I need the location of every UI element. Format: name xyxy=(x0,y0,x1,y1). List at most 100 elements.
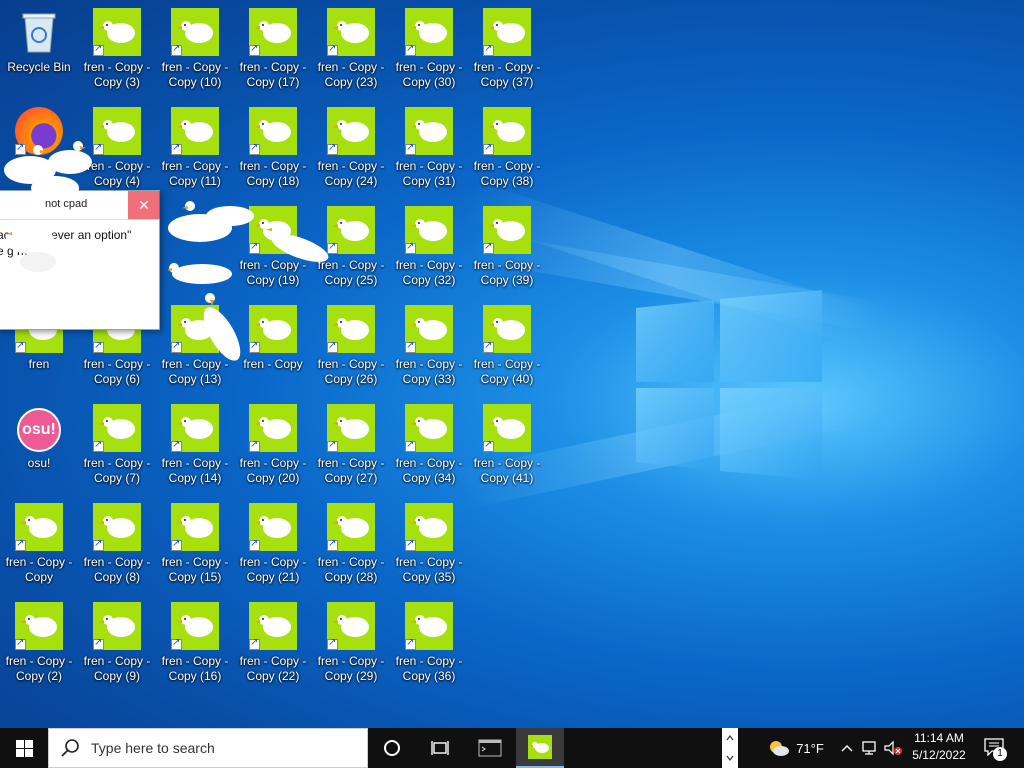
fren-copy-label: fren - Copy - Copy (40) xyxy=(473,357,541,386)
fren-goose-icon xyxy=(528,735,552,759)
shortcut-arrow-icon xyxy=(327,340,338,353)
fren-copy-label: fren - Copy - Copy (38) xyxy=(473,159,541,188)
search-input[interactable] xyxy=(89,739,343,757)
fren-copy-label: fren - Copy - Copy (11) xyxy=(161,159,229,188)
shortcut-arrow-icon xyxy=(171,43,182,56)
fren-taskbar-button[interactable] xyxy=(516,728,564,768)
network-button[interactable] xyxy=(860,728,880,768)
fren-copy-label: fren - Copy - Copy (10) xyxy=(161,60,229,89)
task-view-button[interactable] xyxy=(418,728,462,768)
fren-goose-icon xyxy=(171,107,219,155)
fren-copy-shortcut[interactable]: fren - Copy - Copy (18) xyxy=(234,101,312,199)
fren-copy-shortcut[interactable]: fren - Copy - Copy (31) xyxy=(390,101,468,199)
shortcut-arrow-icon xyxy=(249,142,260,155)
shortcut-arrow-icon xyxy=(249,637,260,650)
fren-copy-shortcut[interactable]: fren - Copy - Copy (10) xyxy=(156,2,234,100)
fren-copy-shortcut[interactable]: fren - Copy - Copy (22) xyxy=(234,596,312,694)
recycle-bin-icon[interactable]: Recycle Bin xyxy=(0,2,78,100)
fren-copy-shortcut[interactable]: fren - Copy - Copy (9) xyxy=(78,596,156,694)
start-button[interactable] xyxy=(0,728,48,768)
recycle-bin-label: Recycle Bin xyxy=(7,60,71,74)
fren-copy-shortcut[interactable]: fren - Copy - Copy (11) xyxy=(156,101,234,199)
fren-copy-shortcut[interactable]: fren - Copy - Copy (36) xyxy=(390,596,468,694)
taskbar-clock[interactable]: 11:14 AM 5/12/2022 xyxy=(904,730,974,764)
fren-goose-icon xyxy=(249,107,297,155)
osu-shortcut[interactable]: osu! osu! xyxy=(0,398,78,496)
partly-sunny-icon xyxy=(770,741,790,756)
fren-copy-label: fren - Copy - Copy (15) xyxy=(161,555,229,584)
fren-copy-shortcut[interactable]: fren - Copy - Copy (37) xyxy=(468,2,546,100)
fren-copy-shortcut[interactable]: fren - Copy - Copy (35) xyxy=(390,497,468,595)
osu-icon: osu! xyxy=(17,408,61,452)
fren-copy-shortcut[interactable]: fren - Copy - Copy (7) xyxy=(78,398,156,496)
fren-copy-label: fren - Copy - Copy (30) xyxy=(395,60,463,89)
fren-copy-shortcut[interactable]: fren - Copy - Copy (8) xyxy=(78,497,156,595)
shortcut-arrow-icon xyxy=(405,538,416,551)
fren-copy-shortcut[interactable]: fren - Copy - Copy (41) xyxy=(468,398,546,496)
clock-time: 11:14 AM xyxy=(914,731,964,745)
fren-copy-shortcut[interactable]: fren - Copy - Copy (29) xyxy=(312,596,390,694)
shortcut-arrow-icon xyxy=(15,340,26,353)
fren-copy-label: fren - Copy - Copy (34) xyxy=(395,456,463,485)
fren-goose-icon xyxy=(405,305,453,353)
osu-label: osu! xyxy=(27,456,51,470)
fren-goose-icon xyxy=(405,503,453,551)
fren-copy-label: fren - Copy - Copy (24) xyxy=(317,159,385,188)
shortcut-arrow-icon xyxy=(249,43,260,56)
fren-goose-icon xyxy=(171,602,219,650)
shortcut-arrow-icon xyxy=(93,439,104,452)
terminal-taskbar-button[interactable] xyxy=(468,728,512,768)
fren-goose-icon xyxy=(327,602,375,650)
shortcut-arrow-icon xyxy=(171,142,182,155)
fren-copy-shortcut[interactable]: fren - Copy - Copy (28) xyxy=(312,497,390,595)
weather-widget[interactable]: 71°F xyxy=(760,728,830,768)
osu-icon-text: osu! xyxy=(22,421,56,438)
fren-goose-icon xyxy=(171,503,219,551)
fren-copy-shortcut[interactable]: fren - Copy - Copy (2) xyxy=(0,596,78,694)
network-icon xyxy=(862,741,876,755)
fren-copy-label: fren - Copy - Copy (9) xyxy=(83,654,151,683)
shortcut-arrow-icon xyxy=(483,43,494,56)
fren-copy-shortcut[interactable]: fren - Copy - Copy (20) xyxy=(234,398,312,496)
desktop[interactable]: Recycle Bin fren osu! osu! fren - Copy -… xyxy=(0,0,1024,728)
volume-button[interactable] xyxy=(882,728,904,768)
cortana-button[interactable] xyxy=(370,728,414,768)
fren-goose-icon xyxy=(15,602,63,650)
fren-copy-shortcut[interactable]: fren - Copy - Copy (33) xyxy=(390,299,468,397)
goose-sprite xyxy=(6,226,56,272)
fren-goose-icon xyxy=(483,305,531,353)
shortcut-arrow-icon xyxy=(327,439,338,452)
fren-copy-shortcut[interactable]: fren - Copy - Copy (14) xyxy=(156,398,234,496)
fren-copy-shortcut[interactable]: fren - Copy - Copy (23) xyxy=(312,2,390,100)
volume-muted-icon xyxy=(884,740,902,756)
fren-copy-shortcut[interactable]: fren - Copy - Copy (17) xyxy=(234,2,312,100)
fren-copy-shortcut[interactable]: fren - Copy - Copy (26) xyxy=(312,299,390,397)
shortcut-arrow-icon xyxy=(327,142,338,155)
shortcut-arrow-icon xyxy=(405,241,416,254)
shortcut-arrow-icon xyxy=(483,142,494,155)
fren-copy-shortcut[interactable]: fren - Copy - Copy (21) xyxy=(234,497,312,595)
fren-copy-shortcut[interactable]: fren - Copy - Copy (39) xyxy=(468,200,546,298)
fren-copy-shortcut[interactable]: fren - Copy - Copy (32) xyxy=(390,200,468,298)
fren-goose-icon xyxy=(483,107,531,155)
show-hidden-icons-button[interactable] xyxy=(838,728,856,768)
fren-copy-label: fren - Copy - Copy (17) xyxy=(239,60,307,89)
taskbar-scroll-button[interactable] xyxy=(722,728,738,768)
fren-copy-shortcut[interactable]: fren - Copy - Copy (15) xyxy=(156,497,234,595)
fren-copy-shortcut[interactable]: fren - Copy - Copy (27) xyxy=(312,398,390,496)
fren-copy-shortcut[interactable]: fren - Copy - Copy xyxy=(0,497,78,595)
fren-copy-shortcut[interactable]: fren - Copy - Copy (30) xyxy=(390,2,468,100)
fren-copy-shortcut[interactable]: fren - Copy - Copy (34) xyxy=(390,398,468,496)
fren-copy-shortcut[interactable]: fren - Copy - Copy (3) xyxy=(78,2,156,100)
fren-copy-shortcut[interactable]: fren - Copy - Copy (16) xyxy=(156,596,234,694)
fren-copy-label: fren - Copy - Copy (35) xyxy=(395,555,463,584)
shortcut-arrow-icon xyxy=(15,538,26,551)
shortcut-arrow-icon xyxy=(171,637,182,650)
fren-goose-icon xyxy=(405,107,453,155)
fren-goose-icon xyxy=(405,206,453,254)
fren-goose-icon xyxy=(93,8,141,56)
fren-copy-shortcut[interactable]: fren - Copy - Copy (40) xyxy=(468,299,546,397)
fren-copy-shortcut[interactable]: fren - Copy - Copy (38) xyxy=(468,101,546,199)
fren-copy-shortcut[interactable]: fren - Copy - Copy (24) xyxy=(312,101,390,199)
taskbar-search-box[interactable] xyxy=(48,728,368,768)
